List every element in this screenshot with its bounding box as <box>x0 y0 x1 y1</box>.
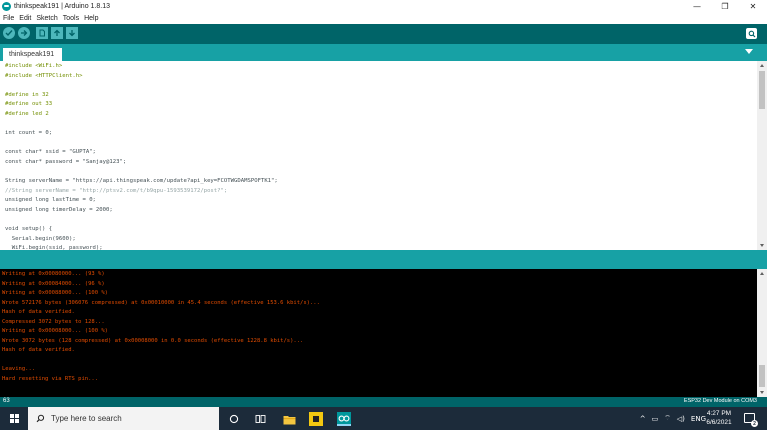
arduino-logo-icon <box>2 2 11 11</box>
console-scroll-thumb[interactable] <box>759 365 765 387</box>
task-view-icon[interactable] <box>253 412 267 426</box>
code-line: const char* password = "Sanjay@123"; <box>5 159 127 165</box>
scroll-down-icon[interactable] <box>760 244 764 247</box>
system-tray: ^ ▭ ⌔ ◁) ENG <box>634 407 706 430</box>
scroll-up-icon[interactable] <box>760 272 764 275</box>
tab-thinkspeak191[interactable]: thinkspeak191 <box>3 48 62 61</box>
cortana-icon[interactable] <box>227 412 241 426</box>
console-line: Wrote 3072 bytes (128 compressed) at 0x0… <box>2 337 304 344</box>
message-area <box>0 250 767 269</box>
tab-menu-icon[interactable] <box>745 49 753 54</box>
check-icon <box>5 30 13 37</box>
code-line: const char* ssid = "GUPTA"; <box>5 149 96 156</box>
arrow-up-icon <box>54 29 60 36</box>
scroll-up-icon[interactable] <box>760 64 764 67</box>
search-placeholder: Type here to search <box>51 414 122 423</box>
console-scrollbar[interactable] <box>757 269 767 397</box>
code-line: String serverName = "https://api.thingsp… <box>5 178 278 185</box>
editor-scrollbar[interactable] <box>757 61 767 250</box>
code-line: #define out 33 <box>5 101 53 108</box>
console-line: Compressed 3072 bytes to 128... <box>2 318 105 325</box>
verify-button[interactable] <box>3 27 15 39</box>
console-line: Hard resetting via RTS pin... <box>2 375 99 382</box>
code-line: #define in 32 <box>5 91 49 98</box>
tray-chevron-icon[interactable]: ^ <box>640 415 646 423</box>
console-line: Writing at 0x00080000... (93 %) <box>2 271 105 277</box>
menu-help[interactable]: Help <box>84 15 98 22</box>
open-button[interactable] <box>51 27 63 39</box>
code-line: void setup() { <box>5 226 53 233</box>
console-line: Writing at 0x00088000... (100 %) <box>2 290 108 296</box>
tab-strip: thinkspeak191 <box>0 44 767 61</box>
arrow-right-icon <box>21 30 28 36</box>
close-button[interactable]: ✕ <box>739 0 767 13</box>
notification-badge: 2 <box>751 420 758 427</box>
scroll-down-icon[interactable] <box>760 391 764 394</box>
code-line: Serial.begin(9600); <box>5 235 76 242</box>
window-title: thinkspeak191 | Arduino 1.8.13 <box>14 3 111 10</box>
menu-bar: File Edit Sketch Tools Help <box>0 13 767 24</box>
code-line: //String serverName = "http://ptsv2.com/… <box>5 187 228 194</box>
console-line: Wrote 572176 bytes (306076 compressed) a… <box>2 299 320 306</box>
code-line: unsigned long timerDelay = 2000; <box>5 207 113 213</box>
window-controls: — ❐ ✕ <box>683 0 767 13</box>
code-editor[interactable]: #include <WiFi.h> #include <HTTPClient.h>… <box>0 61 757 250</box>
maximize-button[interactable]: ❐ <box>711 0 739 13</box>
file-explorer-icon[interactable] <box>282 412 296 426</box>
code-line: #define led 2 <box>5 111 49 117</box>
menu-file[interactable]: File <box>3 15 14 22</box>
console-output: Writing at 0x00080000... (93 %) Writing a… <box>0 269 757 397</box>
clock-time: 4:27 PM <box>706 410 732 417</box>
search-icon <box>36 414 45 423</box>
code-line: unsigned long lastTime = 0; <box>5 197 96 204</box>
console-line: Hash of data verified. <box>2 309 75 315</box>
console-line: Writing at 0x00008000... (100 %) <box>2 328 108 334</box>
ide-status-bar: 63 ESP32 Dev Module on COM3 <box>0 397 767 407</box>
new-file-icon <box>39 29 45 37</box>
line-number: 63 <box>3 398 10 404</box>
menu-sketch[interactable]: Sketch <box>36 15 57 22</box>
console-line: Writing at 0x00084000... (96 %) <box>2 280 105 287</box>
code-line: #include <HTTPClient.h> <box>5 72 83 79</box>
menu-tools[interactable]: Tools <box>63 15 79 22</box>
minimize-button[interactable]: — <box>683 0 711 13</box>
magnifier-icon <box>748 30 755 37</box>
code-line: int count = 0; <box>5 130 53 137</box>
battery-icon[interactable]: ▭ <box>652 415 659 423</box>
volume-icon[interactable]: ◁) <box>677 415 685 423</box>
taskbar-clock[interactable]: 4:27 PM 6/6/2021 <box>700 409 738 427</box>
console-line: Leaving... <box>2 366 36 372</box>
taskbar: Type here to search ^ ▭ ⌔ ◁) ENG 4:27 PM… <box>0 407 767 430</box>
title-bar: thinkspeak191 | Arduino 1.8.13 — ❐ ✕ <box>0 0 767 13</box>
arduino-taskbar-icon[interactable] <box>337 412 351 426</box>
taskbar-search-box[interactable]: Type here to search <box>28 407 219 430</box>
toolbar <box>0 24 767 44</box>
save-button[interactable] <box>66 27 78 39</box>
console-line: Hash of data verified. <box>2 347 75 353</box>
network-icon[interactable]: ⌔ <box>664 414 671 423</box>
new-sketch-button[interactable] <box>36 27 48 39</box>
editor-scroll-thumb[interactable] <box>759 71 765 109</box>
clock-date: 6/6/2021 <box>706 419 732 426</box>
serial-monitor-button[interactable] <box>746 28 757 39</box>
menu-edit[interactable]: Edit <box>19 15 31 22</box>
sticky-notes-icon[interactable] <box>309 412 323 426</box>
board-port-label: ESP32 Dev Module on COM3 <box>683 398 757 404</box>
code-line: #include <WiFi.h> <box>5 63 63 69</box>
upload-button[interactable] <box>18 27 30 39</box>
windows-start-icon[interactable] <box>10 414 19 423</box>
arrow-down-icon <box>69 30 75 37</box>
